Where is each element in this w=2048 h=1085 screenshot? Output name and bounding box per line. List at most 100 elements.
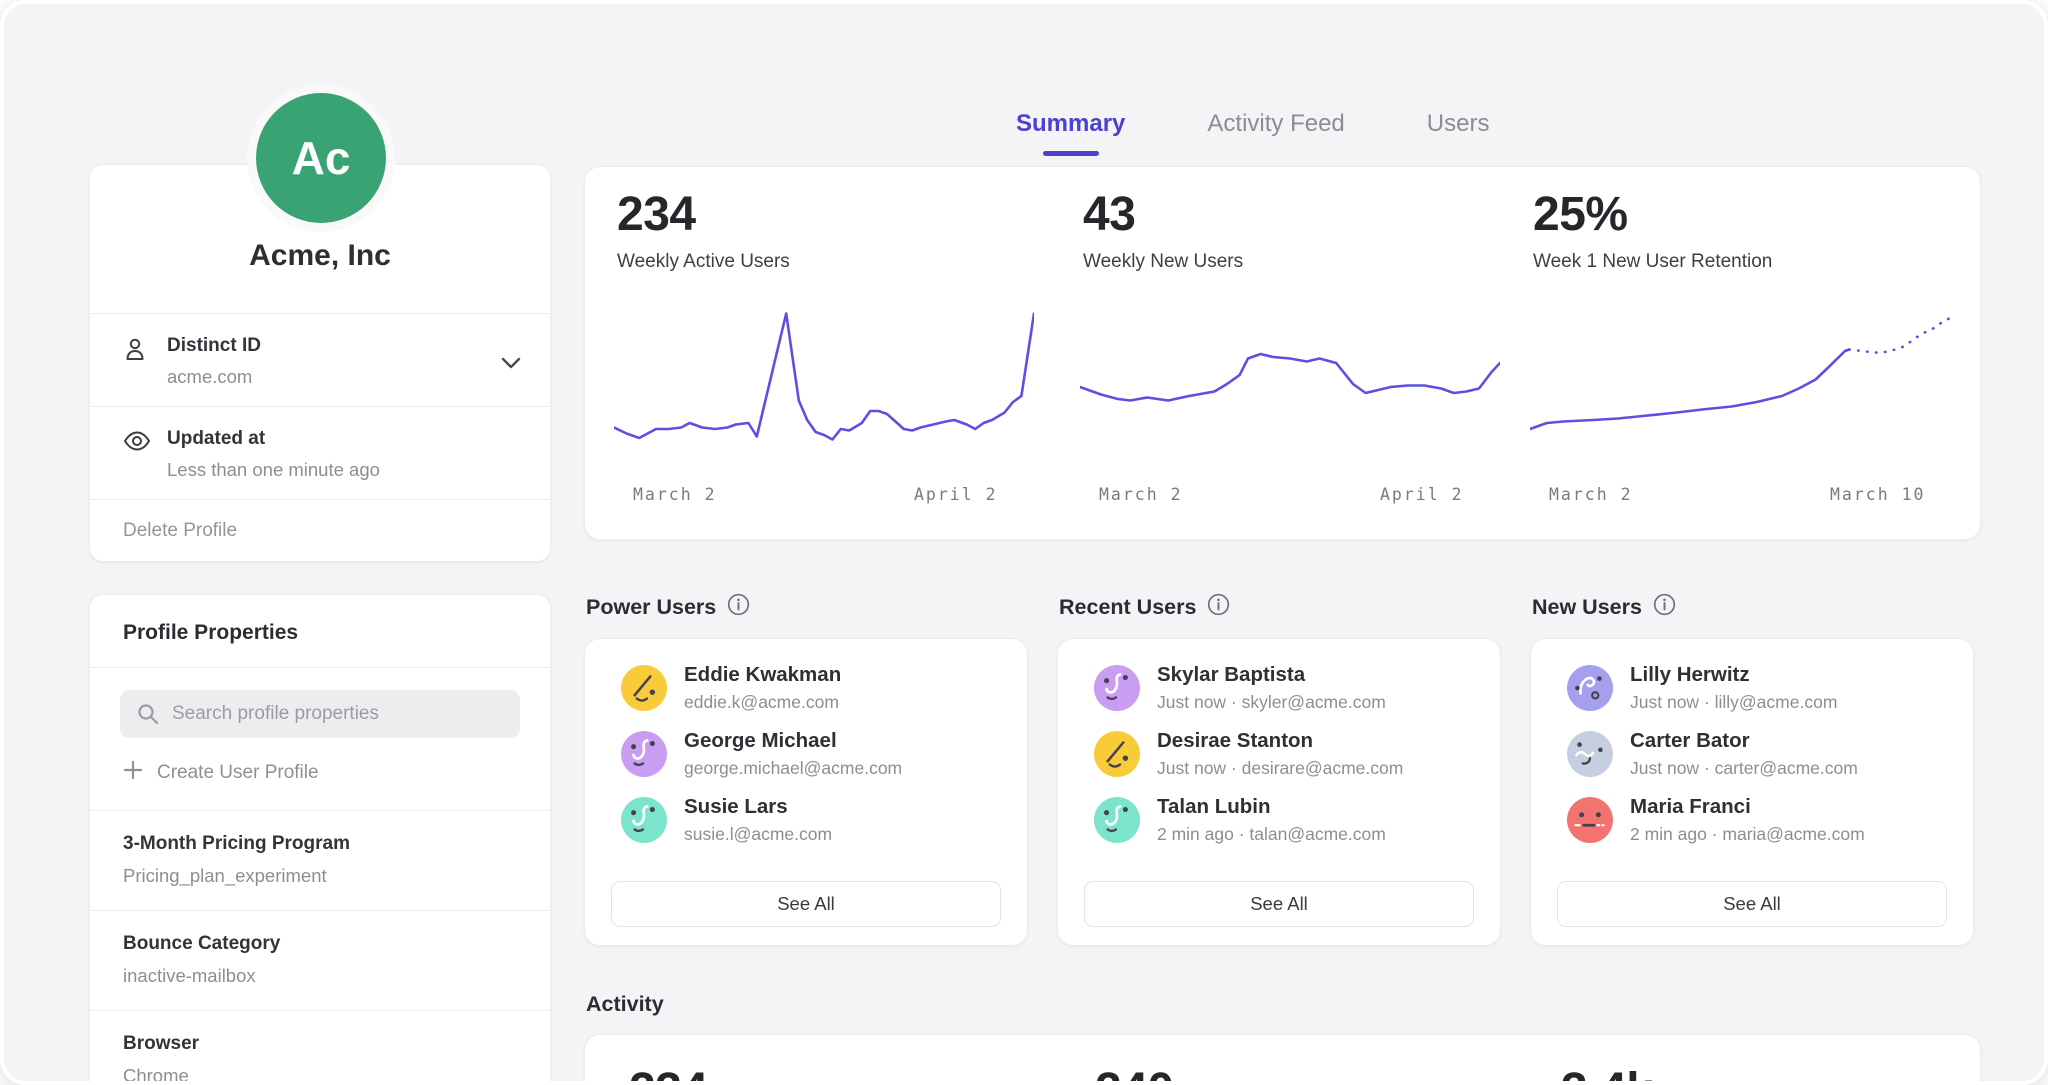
user-avatar: [1567, 665, 1613, 711]
user-name: Susie Lars: [684, 795, 832, 819]
property-value: Chrome: [123, 1065, 517, 1085]
info-icon[interactable]: [1653, 593, 1676, 622]
activity-card: 234 240 3.4k: [584, 1034, 1981, 1085]
divider: [90, 667, 550, 668]
updated-at-row: Updated at Less than one minute ago: [90, 407, 550, 499]
user-secondary: susie.l@acme.com: [684, 824, 832, 845]
profile-dashboard: Ac Acme, Inc Distinct ID acme.com Update…: [0, 0, 2048, 1085]
axis-tick-left: March 2: [1099, 485, 1183, 504]
property-row[interactable]: 3-Month Pricing Program Pricing_plan_exp…: [90, 811, 550, 910]
profile-properties-title: Profile Properties: [90, 595, 550, 667]
user-avatar: [1094, 731, 1140, 777]
see-all-button[interactable]: See All: [1084, 881, 1474, 927]
user-secondary: Just now · skyler@acme.com: [1157, 692, 1386, 713]
create-user-profile-label: Create User Profile: [157, 762, 319, 784]
property-value: Pricing_plan_experiment: [123, 865, 517, 887]
new-users-card: Lilly Herwitz Just now · lilly@acme.com …: [1530, 638, 1974, 946]
property-row[interactable]: Bounce Category inactive-mailbox: [90, 911, 550, 1010]
user-avatar: [1567, 731, 1613, 777]
stat-label: Week 1 New User Retention: [1533, 251, 1772, 273]
activity-stat-value: 234: [629, 1063, 708, 1085]
user-row[interactable]: Talan Lubin 2 min ago · talan@acme.com: [1058, 787, 1500, 853]
user-name: George Michael: [684, 729, 902, 753]
updated-at-label: Updated at: [167, 428, 380, 450]
axis-tick-left: March 2: [1549, 485, 1633, 504]
property-value: inactive-mailbox: [123, 965, 517, 987]
user-name: Eddie Kwakman: [684, 663, 841, 687]
tab-activity-feed[interactable]: Activity Feed: [1207, 110, 1344, 154]
updated-at-value: Less than one minute ago: [167, 459, 380, 481]
axis-tick-right: March 10: [1830, 485, 1925, 504]
user-secondary: eddie.k@acme.com: [684, 692, 841, 713]
user-row[interactable]: Skylar Baptista Just now · skyler@acme.c…: [1058, 655, 1500, 721]
distinct-id-row[interactable]: Distinct ID acme.com: [90, 314, 550, 406]
stat-weekly-new-users: 43 Weekly New Users March 2 April 2: [1083, 167, 1523, 539]
activity-stat-value: 3.4k: [1561, 1063, 1652, 1085]
company-summary-card: Acme, Inc Distinct ID acme.com Updated a…: [89, 164, 551, 562]
user-row[interactable]: Susie Lars susie.l@acme.com: [585, 787, 1027, 853]
user-secondary: Just now · desirare@acme.com: [1157, 758, 1403, 779]
property-name: 3-Month Pricing Program: [123, 833, 517, 855]
user-row[interactable]: Eddie Kwakman eddie.k@acme.com: [585, 655, 1027, 721]
axis-tick-left: March 2: [633, 485, 717, 504]
user-name: Lilly Herwitz: [1630, 663, 1837, 687]
stat-value: 25%: [1533, 187, 1628, 242]
user-secondary: george.michael@acme.com: [684, 758, 902, 779]
eye-icon: [123, 428, 167, 457]
stat-value: 234: [617, 187, 696, 242]
see-all-button[interactable]: See All: [611, 881, 1001, 927]
power-users-header: Power Users: [586, 593, 750, 622]
main-tabs: Summary Activity Feed Users: [1016, 110, 1489, 154]
chart-axis: March 2 April 2: [1083, 485, 1503, 509]
stat-weekly-active-users: 234 Weekly Active Users March 2 April 2: [617, 167, 1057, 539]
delete-profile-button[interactable]: Delete Profile: [90, 500, 550, 562]
see-all-button[interactable]: See All: [1557, 881, 1947, 927]
info-icon[interactable]: [1207, 593, 1230, 622]
user-row[interactable]: Desirae Stanton Just now · desirare@acme…: [1058, 721, 1500, 787]
create-user-profile-button[interactable]: Create User Profile: [90, 738, 550, 810]
line-chart: [1530, 307, 1950, 470]
active-tab-underline: [1043, 151, 1099, 156]
user-row[interactable]: Carter Bator Just now · carter@acme.com: [1531, 721, 1973, 787]
property-row[interactable]: Browser Chrome: [90, 1011, 550, 1085]
chart-axis: March 2 April 2: [617, 485, 1037, 509]
user-row[interactable]: Lilly Herwitz Just now · lilly@acme.com: [1531, 655, 1973, 721]
new-users-header: New Users: [1532, 593, 1676, 622]
property-name: Bounce Category: [123, 933, 517, 955]
activity-header: Activity: [586, 992, 664, 1017]
distinct-id-value: acme.com: [167, 366, 261, 388]
line-chart: [1080, 307, 1500, 470]
user-row[interactable]: George Michael george.michael@acme.com: [585, 721, 1027, 787]
stat-label: Weekly Active Users: [617, 251, 790, 273]
user-secondary: 2 min ago · maria@acme.com: [1630, 824, 1865, 845]
axis-tick-right: April 2: [914, 485, 998, 504]
stat-week1-retention: 25% Week 1 New User Retention March 2 Ma…: [1533, 167, 1973, 539]
user-avatar: [1567, 797, 1613, 843]
user-name: Talan Lubin: [1157, 795, 1386, 819]
chevron-down-icon[interactable]: [500, 356, 522, 375]
user-name: Skylar Baptista: [1157, 663, 1386, 687]
user-name: Maria Franci: [1630, 795, 1865, 819]
company-name: Acme, Inc: [90, 239, 550, 273]
axis-tick-right: April 2: [1380, 485, 1464, 504]
search-profile-properties-input[interactable]: [120, 690, 520, 738]
property-name: Browser: [123, 1033, 517, 1055]
user-avatar: [621, 731, 667, 777]
user-secondary: 2 min ago · talan@acme.com: [1157, 824, 1386, 845]
plus-icon: [123, 760, 143, 786]
distinct-id-label: Distinct ID: [167, 335, 261, 357]
activity-stat-value: 240: [1095, 1063, 1174, 1085]
profile-properties-card: Profile Properties Create User Profile 3…: [89, 594, 551, 1085]
recent-users-header: Recent Users: [1059, 593, 1230, 622]
user-name: Carter Bator: [1630, 729, 1858, 753]
user-avatar: [621, 797, 667, 843]
info-icon[interactable]: [727, 593, 750, 622]
tab-summary[interactable]: Summary: [1016, 110, 1125, 154]
tab-users[interactable]: Users: [1427, 110, 1490, 154]
user-row[interactable]: Maria Franci 2 min ago · maria@acme.com: [1531, 787, 1973, 853]
line-chart: [614, 307, 1034, 470]
user-avatar: [1094, 665, 1140, 711]
stat-value: 43: [1083, 187, 1135, 242]
search-icon: [136, 702, 160, 731]
recent-users-card: Skylar Baptista Just now · skyler@acme.c…: [1057, 638, 1501, 946]
